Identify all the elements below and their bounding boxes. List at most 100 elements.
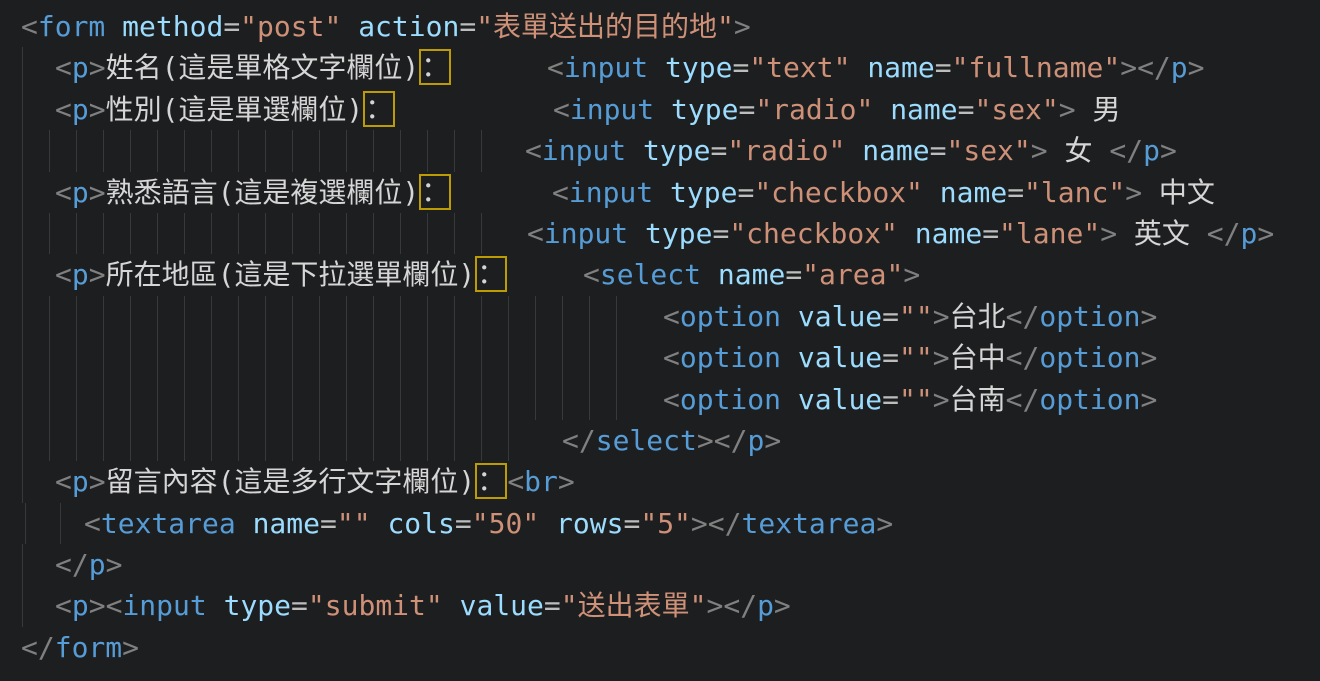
indent-guide: [373, 130, 374, 171]
punctuation-token: <: [663, 383, 680, 416]
punctuation-token: >: [89, 465, 106, 498]
code-line[interactable]: <p>性別(這是單選欄位)：<input type="radio" name="…: [0, 89, 1320, 130]
code-line[interactable]: <option value="">台南</option>: [0, 379, 1320, 420]
indent-guide: [238, 337, 239, 378]
indent-guide: [130, 130, 131, 171]
punctuation-token: >: [1031, 134, 1048, 167]
indent-guide: [616, 296, 617, 337]
indent-guide: [346, 337, 347, 378]
text-token: 男: [1076, 93, 1121, 126]
punctuation-token: <: [55, 176, 72, 209]
indent-guide: [238, 379, 239, 420]
indent-guide: [481, 296, 482, 337]
indent-guide: [292, 337, 293, 378]
code-line[interactable]: <p>留言內容(這是多行文字欄位)：<br>: [0, 461, 1320, 502]
code-line[interactable]: <input type="checkbox" name="lane"> 英文 <…: [0, 213, 1320, 254]
code-line[interactable]: </select></p>: [0, 420, 1320, 461]
code-chunk: <p>熟悉語言(這是複選欄位)：: [55, 172, 451, 213]
space: [653, 176, 670, 209]
indent-guide: [103, 296, 104, 337]
code-chunk: </p>: [55, 544, 122, 585]
code-line[interactable]: <p><input type="submit" value="送出表單"></p…: [0, 585, 1320, 626]
code-line[interactable]: </p>: [0, 544, 1320, 585]
tag-name-token: p: [1171, 51, 1188, 84]
indent-guide: [373, 379, 374, 420]
punctuation-token: <: [583, 258, 600, 291]
equals-token: =: [785, 258, 802, 291]
code-line[interactable]: </form>: [0, 627, 1320, 668]
punctuation-token: <: [21, 10, 38, 43]
indent-guide: [22, 254, 23, 295]
string-token: "radio": [727, 134, 845, 167]
indent-guide: [22, 544, 23, 585]
punctuation-token: </: [562, 424, 596, 457]
indent-guide: [454, 337, 455, 378]
indent-guide: [481, 130, 482, 171]
indent-guide: [76, 337, 77, 378]
tag-name-token: option: [1039, 300, 1140, 333]
punctuation-token: <: [553, 93, 570, 126]
punctuation-token: >: [89, 51, 106, 84]
code-chunk: <input type="radio" name="sex"> 女 </p>: [525, 130, 1177, 171]
code-line[interactable]: <form method="post" action="表單送出的目的地">: [0, 6, 1320, 47]
punctuation-token: >: [697, 424, 714, 457]
code-line[interactable]: <option value="">台中</option>: [0, 337, 1320, 378]
space: [443, 589, 460, 622]
indent-guide: [211, 130, 212, 171]
attribute-name-token: type: [645, 217, 712, 250]
string-token: "": [899, 341, 933, 374]
attribute-name-token: action: [358, 10, 459, 43]
indent-guide: [184, 296, 185, 337]
code-chunk: </form>: [21, 627, 139, 668]
code-line[interactable]: <p>姓名(這是單格文字欄位)：<input type="text" name=…: [0, 47, 1320, 88]
indent-guide: [130, 379, 131, 420]
code-line[interactable]: <p>熟悉語言(這是複選欄位)：<input type="checkbox" n…: [0, 172, 1320, 213]
code-line[interactable]: <option value="">台北</option>: [0, 296, 1320, 337]
space: [539, 507, 556, 540]
indent-guide: [184, 420, 185, 461]
indent-guide: [49, 213, 50, 254]
indent-guide: [319, 296, 320, 337]
punctuation-token: </: [1137, 51, 1171, 84]
string-token: "checkbox": [729, 217, 898, 250]
code-line[interactable]: <p>所在地區(這是下拉選單欄位)：<select name="area">: [0, 254, 1320, 295]
punctuation-token: <: [55, 51, 72, 84]
indent-guide: [427, 337, 428, 378]
indent-guide: [454, 213, 455, 254]
tag-name-token: select: [596, 424, 697, 457]
text-token: 性別(這是單選欄位): [106, 93, 364, 126]
indent-guide: [481, 420, 482, 461]
tag-name-token: option: [680, 300, 781, 333]
equals-token: =: [982, 217, 999, 250]
punctuation-token: >: [1141, 383, 1158, 416]
punctuation-token: <: [525, 134, 542, 167]
attribute-name-token: name: [890, 93, 957, 126]
punctuation-token: </: [1006, 300, 1040, 333]
indent-guide: [373, 420, 374, 461]
string-token: "sex": [974, 93, 1058, 126]
string-token: "post": [240, 10, 341, 43]
tag-name-token: p: [72, 93, 89, 126]
indent-guide: [238, 296, 239, 337]
indent-guide: [22, 172, 23, 213]
indent-guide: [265, 130, 266, 171]
equals-token: =: [958, 93, 975, 126]
code-line[interactable]: <input type="radio" name="sex"> 女 </p>: [0, 130, 1320, 171]
indent-guide: [22, 213, 23, 254]
indent-guide: [49, 379, 50, 420]
indent-guide: [589, 379, 590, 420]
tag-name-token: option: [680, 341, 781, 374]
space: [850, 51, 867, 84]
indent-guide: [454, 379, 455, 420]
text-token: 英文: [1117, 217, 1207, 250]
indent-guide: [184, 213, 185, 254]
equals-token: =: [623, 507, 640, 540]
indent-guide: [373, 296, 374, 337]
indent-guide: [427, 420, 428, 461]
code-editor[interactable]: <form method="post" action="表單送出的目的地"><p…: [0, 0, 1320, 681]
string-token: "checkbox": [754, 176, 923, 209]
indent-guide: [157, 379, 158, 420]
punctuation-token: <: [55, 258, 72, 291]
indent-guide: [22, 130, 23, 171]
code-line[interactable]: <textarea name="" cols="50" rows="5"></t…: [0, 503, 1320, 544]
